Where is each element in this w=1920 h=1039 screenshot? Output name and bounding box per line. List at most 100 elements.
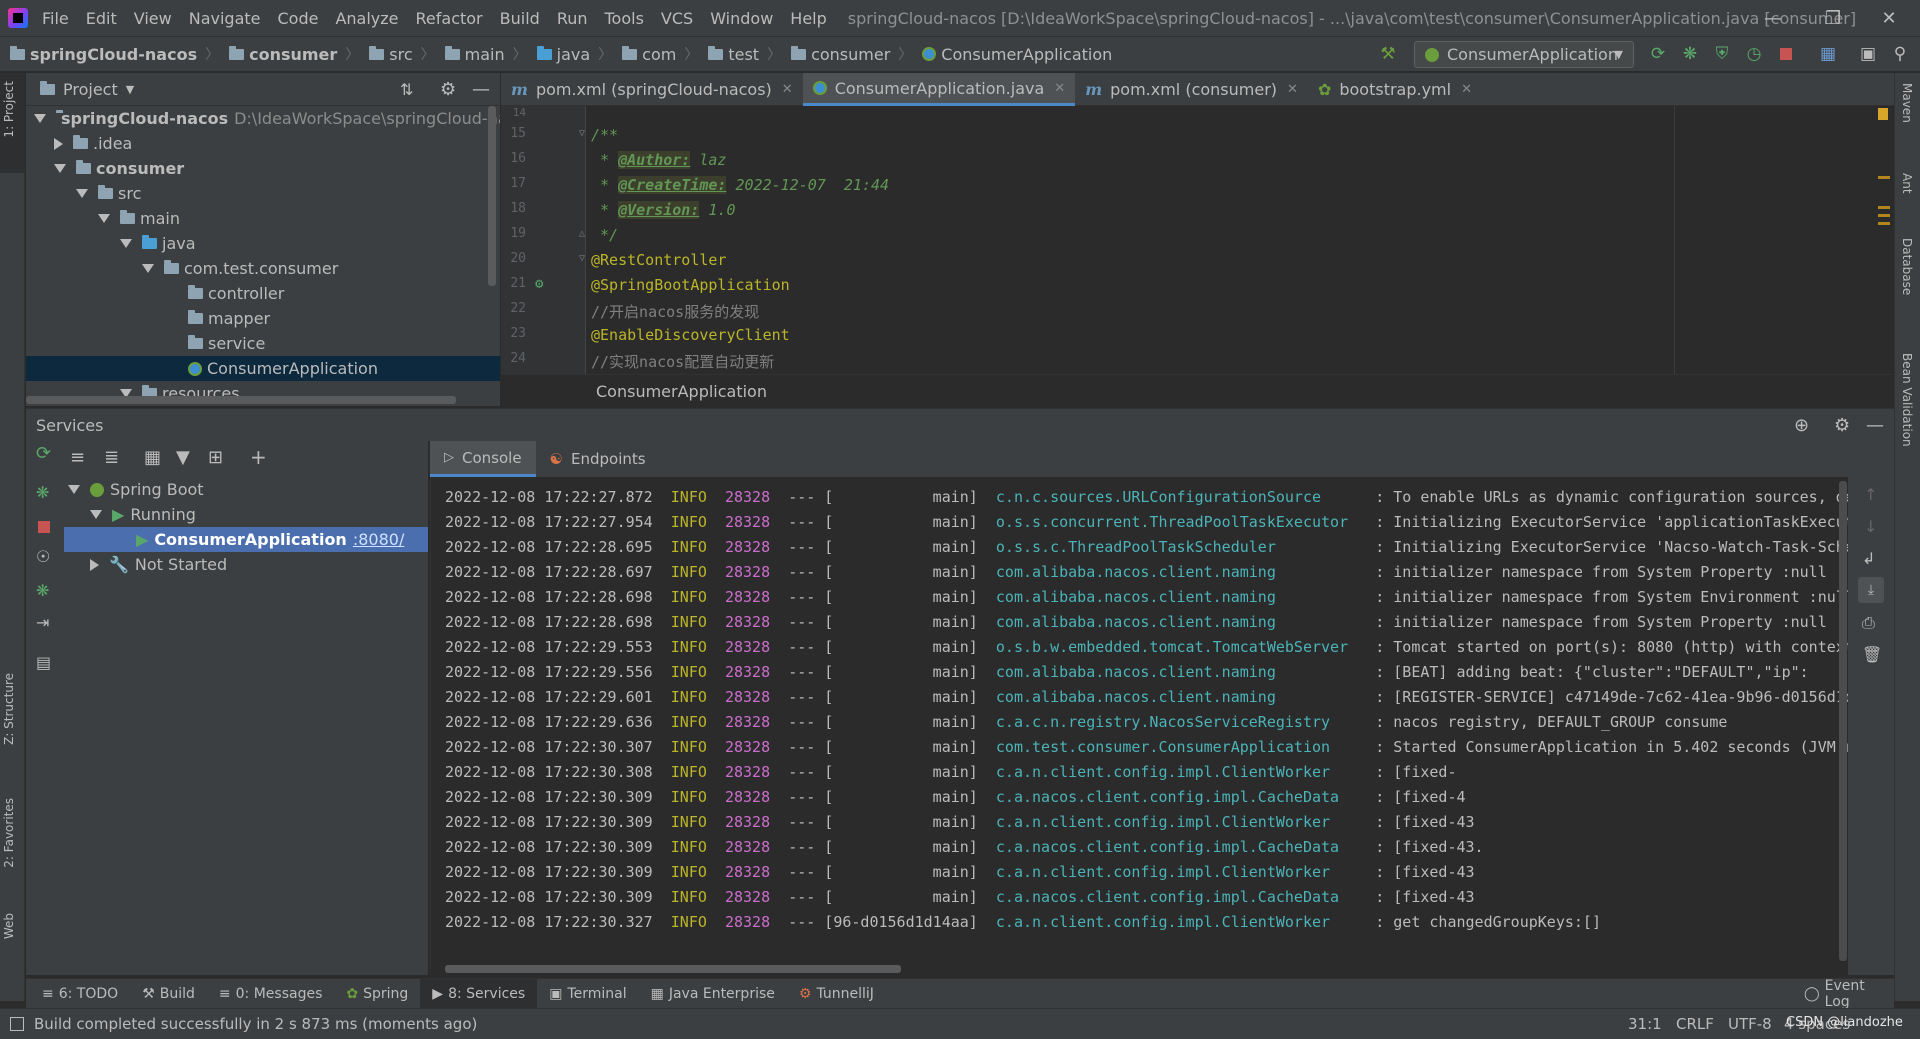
crumb-module[interactable]: consumer 〉 <box>229 44 359 64</box>
expand-arrow-icon[interactable] <box>34 114 46 123</box>
menu-navigate[interactable]: Navigate <box>189 9 261 28</box>
tab-console[interactable]: ▷ Console <box>430 441 536 477</box>
arrow-up-icon[interactable]: ↑ <box>1864 485 1877 504</box>
rerun-icon[interactable]: ⟳ <box>36 443 51 464</box>
expand-arrow-icon[interactable] <box>68 485 80 494</box>
stop-icon[interactable] <box>38 519 50 537</box>
group-by-icon[interactable]: ▦ <box>144 447 161 468</box>
collapse-all-icon[interactable]: ≣ <box>104 447 119 468</box>
tree-item-controller[interactable]: controller <box>188 281 284 306</box>
build-hammer-icon[interactable]: ⚒ <box>1378 44 1398 64</box>
crumb-com[interactable]: com 〉 <box>622 44 698 64</box>
vertical-scrollbar[interactable] <box>488 106 496 286</box>
crumb-src[interactable]: src 〉 <box>369 44 435 64</box>
intellij-logo-icon[interactable] <box>8 8 28 28</box>
expand-arrow-icon[interactable] <box>90 558 99 571</box>
debug-icon[interactable]: ❋ <box>36 483 49 502</box>
structure-stripe-label[interactable]: Z: Structure <box>2 673 16 745</box>
database-stripe-label[interactable]: Database <box>1900 238 1914 295</box>
file-encoding[interactable]: UTF-8 <box>1728 1015 1772 1033</box>
tree-item-java[interactable]: java <box>120 231 196 256</box>
crumb-test[interactable]: test 〉 <box>708 44 781 64</box>
bean-validation-stripe-label[interactable]: Bean Validation <box>1900 353 1914 447</box>
inspection-warning-icon[interactable] <box>1878 108 1888 120</box>
editor-breadcrumb[interactable]: ConsumerApplication <box>596 382 767 401</box>
run-gutter-icon[interactable]: ⚙ <box>535 276 543 292</box>
gear-icon[interactable]: ⚙ <box>440 79 456 100</box>
hide-panel-icon[interactable]: — <box>472 79 490 100</box>
crumb-class[interactable]: ConsumerApplication <box>922 45 1112 64</box>
collapse-all-icon[interactable]: ⇅ <box>400 80 413 99</box>
console-output[interactable]: 2022-12-08 17:22:27.872 INFO 28328 --- [… <box>430 477 1848 975</box>
stop-icon[interactable] <box>1776 44 1796 64</box>
ant-stripe-label[interactable]: Ant <box>1900 173 1914 194</box>
minimize-icon[interactable]: — <box>1750 0 1796 36</box>
scroll-to-end-icon[interactable]: ⤓ <box>1858 577 1884 603</box>
tool-spring[interactable]: ✿ Spring <box>334 979 420 1009</box>
tree-item-src[interactable]: src <box>76 181 141 206</box>
menu-tools[interactable]: Tools <box>605 9 644 28</box>
vertical-scrollbar[interactable] <box>1839 481 1847 961</box>
tree-item-service[interactable]: service <box>188 331 265 356</box>
tool-todo[interactable]: ≡ 6: TODO <box>30 979 130 1009</box>
menu-code[interactable]: Code <box>278 9 319 28</box>
service-group-spring-boot[interactable]: Spring Boot <box>68 477 204 502</box>
favorites-stripe-label[interactable]: 2: Favorites <box>2 798 16 868</box>
menu-view[interactable]: View <box>134 9 172 28</box>
crumb-java[interactable]: java 〉 <box>536 44 612 64</box>
service-port-link[interactable]: :8080/ <box>353 530 405 549</box>
warning-stripe-mark[interactable] <box>1878 222 1890 225</box>
tree-item-main[interactable]: main <box>98 206 180 231</box>
search-icon[interactable]: ⚲ <box>1890 44 1910 64</box>
tree-item-mapper[interactable]: mapper <box>188 306 270 331</box>
project-structure-icon[interactable]: ▦ <box>1818 44 1838 64</box>
tree-item-root[interactable]: springCloud-nacos D:\IdeaWorkSpace\sprin… <box>34 106 500 131</box>
tool-tunnellij[interactable]: ⚙ TunnelliJ <box>787 979 886 1009</box>
new-tab-icon[interactable]: ⊞ <box>208 447 223 468</box>
caret-position[interactable]: 31:1 <box>1628 1015 1662 1033</box>
project-stripe-label[interactable]: 1: Project <box>2 81 16 138</box>
tree-item-consumer-application[interactable]: ConsumerApplication <box>26 356 500 381</box>
layout-icon[interactable]: ▣ <box>1858 44 1878 64</box>
expand-arrow-icon[interactable] <box>98 214 110 223</box>
expand-arrow-icon[interactable] <box>76 189 88 198</box>
menu-edit[interactable]: Edit <box>86 9 117 28</box>
tool-build[interactable]: ⚒ Build <box>130 979 207 1009</box>
camera-icon[interactable]: ☉ <box>36 547 50 566</box>
menu-run[interactable]: Run <box>557 9 588 28</box>
warning-stripe-mark[interactable] <box>1878 176 1890 179</box>
tab-consumer-application[interactable]: ConsumerApplication.java ✕ <box>802 73 1076 106</box>
line-separator[interactable]: CRLF <box>1676 1015 1714 1033</box>
chevron-down-icon[interactable]: ▼ <box>126 83 134 96</box>
code-editor[interactable]: /** * @Author: laz * @CreateTime: 2022-1… <box>585 106 1890 374</box>
expand-all-icon[interactable]: ≡ <box>70 447 85 468</box>
tab-endpoints[interactable]: ☯ Endpoints <box>536 441 660 477</box>
run-configuration-select[interactable]: ConsumerApplication ▼ <box>1414 41 1634 68</box>
expand-arrow-icon[interactable] <box>142 264 154 273</box>
horizontal-scrollbar[interactable] <box>26 396 456 404</box>
target-icon[interactable]: ⊕ <box>1794 415 1809 436</box>
horizontal-scrollbar[interactable] <box>445 965 901 973</box>
expand-arrow-icon[interactable] <box>120 239 132 248</box>
expand-arrow-icon[interactable] <box>54 137 63 150</box>
crumb-project[interactable]: springCloud-nacos 〉 <box>10 44 219 64</box>
tool-java-enterprise[interactable]: ▦ Java Enterprise <box>639 979 787 1009</box>
service-group-not-started[interactable]: 🔧 Not Started <box>90 552 227 577</box>
trash-icon[interactable]: 🗑 <box>1862 645 1882 664</box>
menu-build[interactable]: Build <box>500 9 540 28</box>
tool-messages[interactable]: ≡ 0: Messages <box>207 979 334 1009</box>
maven-stripe-label[interactable]: Maven <box>1900 83 1914 123</box>
crumb-main[interactable]: main 〉 <box>444 44 527 64</box>
rerun-icon[interactable]: ⟳ <box>1648 44 1668 64</box>
tab-pom-consumer[interactable]: m pom.xml (consumer) ✕ <box>1075 73 1308 106</box>
tool-terminal[interactable]: ▣ Terminal <box>537 979 638 1009</box>
service-item-consumer-application[interactable]: ▶ ConsumerApplication :8080/ <box>64 527 428 552</box>
close-tab-icon[interactable]: ✕ <box>1461 82 1472 97</box>
profile-icon[interactable]: ◷ <box>1744 44 1764 64</box>
web-stripe-label[interactable]: Web <box>2 913 16 939</box>
warning-stripe-mark[interactable] <box>1878 214 1890 217</box>
project-panel-title[interactable]: Project <box>63 80 118 99</box>
tab-bootstrap-yml[interactable]: ✿ bootstrap.yml ✕ <box>1308 73 1482 106</box>
tool-services[interactable]: ▶ 8: Services <box>420 978 538 1009</box>
close-tab-icon[interactable]: ✕ <box>782 82 793 97</box>
